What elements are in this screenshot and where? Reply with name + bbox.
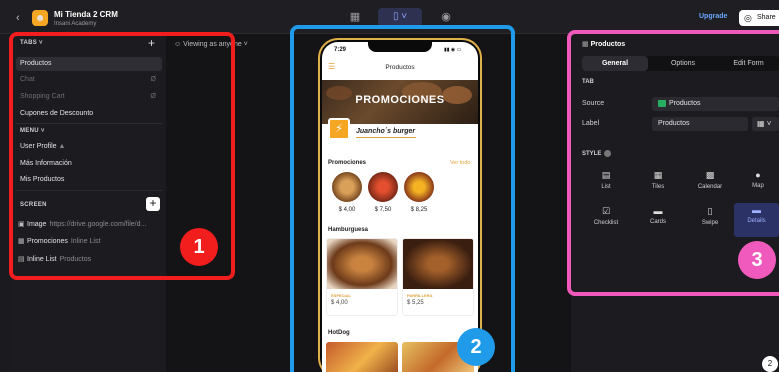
app-subtitle: Insani Academy: [54, 21, 97, 27]
annotation-badge-2: 2: [457, 328, 495, 366]
share-label: Share: [757, 14, 776, 21]
settings-icon[interactable]: ◉: [438, 10, 454, 24]
layout-icon[interactable]: ▦: [347, 10, 363, 24]
app-logo-icon: ☻: [32, 10, 48, 26]
annotation-frame-2: [290, 25, 515, 372]
app-title: Mi Tienda 2 CRM: [54, 10, 118, 19]
annotation-badge-1: 1: [180, 228, 218, 266]
annotation-badge-3: 3: [738, 241, 776, 279]
upgrade-link[interactable]: Upgrade: [699, 13, 727, 20]
back-arrow-icon[interactable]: ‹: [16, 12, 20, 24]
share-button[interactable]: ◎ Share: [739, 10, 779, 26]
notification-badge[interactable]: 2: [762, 356, 778, 372]
phone-preview-icon[interactable]: ▯ ˅: [378, 8, 422, 26]
globe-icon: ◎: [744, 13, 752, 23]
